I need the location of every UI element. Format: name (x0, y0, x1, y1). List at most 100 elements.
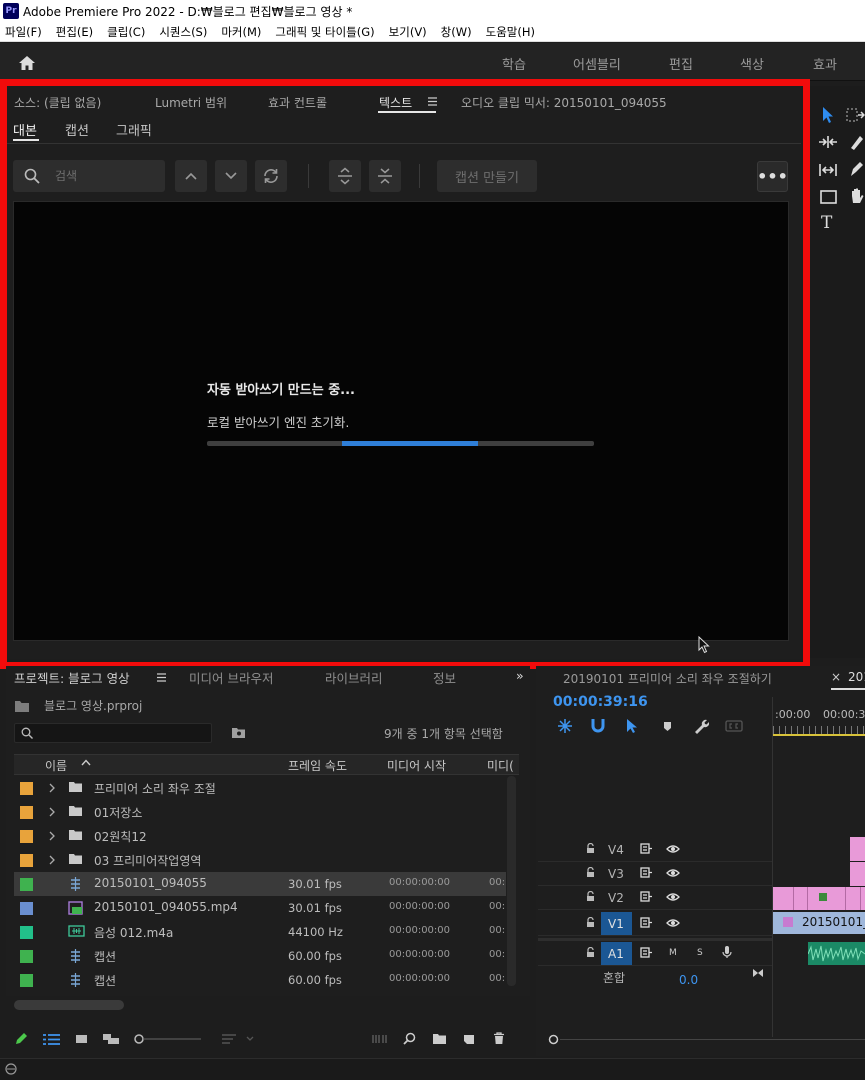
linked-selection-icon[interactable] (624, 718, 640, 734)
timeline-tab-close[interactable]: × (831, 670, 841, 684)
lock-icon[interactable] (586, 947, 595, 958)
chevron-right-icon[interactable] (49, 855, 55, 865)
rectangle-tool-icon[interactable] (820, 190, 837, 204)
selection-tool-icon[interactable] (820, 106, 836, 124)
project-scrollbar[interactable] (507, 776, 516, 986)
collapse-all-button[interactable] (369, 160, 401, 192)
menu-clip[interactable]: 클립(C) (107, 24, 145, 40)
razor-tool-icon[interactable] (848, 133, 865, 151)
menu-help[interactable]: 도움말(H) (486, 24, 535, 40)
lock-icon[interactable] (586, 891, 595, 902)
sort-icons-icon[interactable] (222, 1033, 256, 1045)
pen-tool-icon[interactable] (848, 160, 865, 178)
chevron-right-icon[interactable] (49, 807, 55, 817)
clip-v4[interactable] (850, 837, 865, 861)
sync-lock-icon[interactable] (640, 947, 653, 958)
label-color-swatch[interactable] (20, 902, 33, 915)
timeline-timecode[interactable]: 00:00:39:16 (553, 694, 648, 710)
label-color-swatch[interactable] (20, 854, 33, 867)
lock-icon[interactable] (586, 917, 595, 928)
track-a1[interactable]: A1 (538, 942, 772, 966)
clip-v3[interactable] (850, 862, 865, 886)
label-color-swatch[interactable] (20, 950, 33, 963)
project-item-row[interactable]: 20150101_094055.mp4 30.01 fps 00:00:00:00 0… (14, 896, 506, 920)
project-item-row[interactable]: 캡션 60.00 fps 00:00:00:00 00: (14, 944, 506, 968)
tab-audio-clip-mixer[interactable]: 오디오 클립 믹서: 20150101_094055 (461, 94, 667, 111)
freeform-view-icon[interactable] (102, 1033, 120, 1045)
lock-icon[interactable] (586, 843, 595, 854)
mix-keyframe-icon[interactable] (752, 968, 764, 978)
label-color-swatch[interactable] (20, 974, 33, 987)
track-select-tool-icon[interactable] (846, 108, 865, 122)
chevron-right-icon[interactable] (49, 831, 55, 841)
trash-icon[interactable] (493, 1032, 505, 1045)
icon-view-icon[interactable] (75, 1034, 88, 1045)
bin-row[interactable]: 01저장소 (14, 800, 506, 824)
workspace-color[interactable]: 색상 (740, 54, 764, 73)
add-marker-icon[interactable] (663, 721, 672, 732)
timeline-tab-second[interactable]: 201 (848, 670, 865, 684)
project-item-row[interactable]: 20150101_094055 30.01 fps 00:00:00:00 00: (14, 872, 506, 896)
timeline-tab-sequence[interactable]: 20190101 프리미어 소리 좌우 조절하기 (563, 670, 772, 687)
timeline-zoom-bar[interactable] (560, 1039, 865, 1040)
tab-libraries[interactable]: 라이브러리 (325, 668, 383, 687)
eye-icon[interactable] (666, 844, 680, 854)
label-color-swatch[interactable] (20, 926, 33, 939)
label-color-swatch[interactable] (20, 806, 33, 819)
subtab-captions[interactable]: 캡션 (65, 120, 89, 139)
menu-edit[interactable]: 편집(E) (56, 24, 93, 40)
panel-menu-icon[interactable] (428, 97, 437, 106)
microphone-icon[interactable] (722, 945, 732, 959)
type-tool-icon[interactable]: T (821, 213, 832, 233)
snap-icon[interactable] (591, 718, 605, 733)
eye-icon[interactable] (666, 892, 680, 902)
sync-lock-icon[interactable] (640, 917, 653, 928)
new-bin-icon[interactable] (432, 1033, 447, 1045)
expand-all-button[interactable] (329, 160, 361, 192)
lock-icon[interactable] (586, 867, 595, 878)
zoom-slider[interactable] (133, 1033, 203, 1045)
workspace-assembly[interactable]: 어셈블리 (573, 54, 621, 73)
automate-to-sequence-icon[interactable] (372, 1034, 388, 1044)
column-media-end[interactable]: 미디( (487, 757, 514, 774)
mix-value[interactable]: 0.0 (679, 973, 698, 987)
column-name[interactable]: 이름 (45, 757, 67, 774)
tab-info[interactable]: 정보 (433, 668, 456, 687)
solo-button[interactable]: S (697, 948, 703, 958)
label-color-swatch[interactable] (20, 782, 33, 795)
timeline-zoom-handle[interactable] (548, 1034, 559, 1045)
bin-row[interactable]: 프리미어 소리 좌우 조절 (14, 776, 506, 800)
column-frame-rate[interactable]: 프레임 속도 (288, 757, 347, 774)
panel-overflow-button[interactable]: » (516, 668, 524, 683)
pencil-icon[interactable] (14, 1032, 28, 1046)
slip-tool-icon[interactable] (818, 162, 838, 178)
search-next-button[interactable] (215, 160, 247, 192)
project-search-input[interactable] (14, 723, 212, 743)
create-captions-button[interactable]: 캡션 만들기 (437, 160, 537, 192)
subtab-graphics[interactable]: 그래픽 (116, 120, 152, 139)
column-media-start[interactable]: 미디어 시작 (387, 757, 446, 774)
clip-v2[interactable] (773, 887, 865, 910)
more-options-button[interactable]: ••• (757, 161, 788, 192)
tab-project[interactable]: 프로젝트: 블로그 영상 (14, 668, 130, 687)
project-item-row[interactable]: 음성 012.m4a 44100 Hz 00:00:00:00 00: (14, 920, 506, 944)
new-item-icon[interactable] (463, 1033, 475, 1045)
track-v4[interactable]: V4 (538, 838, 772, 862)
menu-sequence[interactable]: 시퀀스(S) (159, 24, 207, 40)
clip-a1[interactable] (808, 942, 865, 965)
nest-sequence-icon[interactable] (557, 718, 573, 734)
bin-row[interactable]: 02원칙12 (14, 824, 506, 848)
tab-effect-controls[interactable]: 효과 컨트롤 (268, 94, 327, 111)
project-horizontal-scrollbar[interactable] (14, 1000, 124, 1010)
eye-icon[interactable] (666, 868, 680, 878)
label-color-swatch[interactable] (20, 830, 33, 843)
list-view-icon[interactable] (43, 1034, 60, 1045)
tab-lumetri-scopes[interactable]: Lumetri 범위 (155, 94, 227, 111)
home-icon[interactable] (18, 55, 36, 71)
subtab-transcript[interactable]: 대본 (13, 120, 37, 139)
hand-tool-icon[interactable] (848, 187, 865, 205)
mute-button[interactable]: M (669, 948, 677, 958)
label-color-swatch[interactable] (20, 878, 33, 891)
sync-lock-icon[interactable] (640, 867, 653, 878)
workspace-effects[interactable]: 효과 (813, 54, 837, 73)
